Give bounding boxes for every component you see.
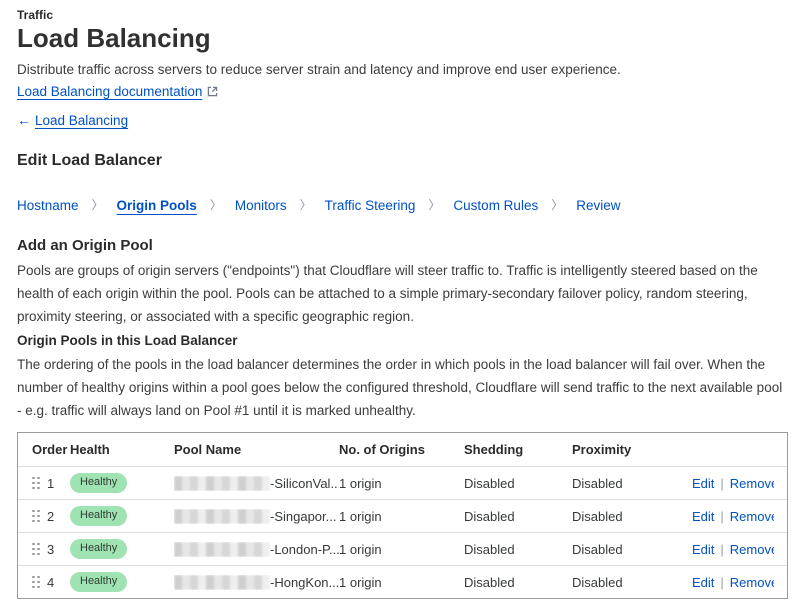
load-balancing-page: Traffic Load Balancing Distribute traffi… (17, 8, 789, 599)
proximity-value: Disabled (572, 476, 692, 491)
redacted-pool-name (174, 509, 270, 524)
proximity-value: Disabled (572, 509, 692, 524)
shedding-value: Disabled (464, 575, 572, 590)
table-row: 3 Healthy -London-P... 1 origin Disabled… (18, 532, 787, 565)
origin-pools-subdescription: The ordering of the pools in the load ba… (17, 353, 789, 422)
redacted-pool-name (174, 476, 270, 491)
drag-handle-icon[interactable] (32, 576, 40, 589)
chevron-right-icon: 〉 (300, 197, 312, 214)
step-monitors[interactable]: Monitors (235, 197, 287, 214)
table-row: 2 Healthy -Singapor... 1 origin Disabled… (18, 499, 787, 532)
chevron-right-icon: 〉 (210, 197, 222, 214)
edit-button[interactable]: Edit (692, 476, 714, 491)
remove-button[interactable]: Remove (730, 476, 774, 491)
breadcrumb: Traffic (17, 8, 789, 23)
action-separator: | (720, 509, 723, 524)
redacted-pool-name (174, 575, 270, 590)
step-custom-rules[interactable]: Custom Rules (453, 197, 538, 214)
edit-button[interactable]: Edit (692, 509, 714, 524)
step-review[interactable]: Review (576, 197, 620, 214)
page-description: Distribute traffic across servers to red… (17, 61, 789, 78)
drag-handle-icon[interactable] (32, 477, 40, 490)
pool-order: 4 (47, 575, 54, 590)
shedding-value: Disabled (464, 542, 572, 557)
table-row: 4 Healthy -HongKon... 1 origin Disabled … (18, 565, 787, 598)
origin-count: 1 origin (339, 476, 464, 491)
documentation-link[interactable]: Load Balancing documentation (17, 84, 202, 99)
edit-load-balancer-heading: Edit Load Balancer (17, 151, 789, 171)
column-header-proximity: Proximity (572, 442, 692, 457)
pool-order: 3 (47, 542, 54, 557)
wizard-stepper: Hostname 〉 Origin Pools 〉 Monitors 〉 Tra… (17, 197, 789, 214)
origin-pools-subheading: Origin Pools in this Load Balancer (17, 332, 789, 349)
page-title: Load Balancing (17, 23, 789, 53)
status-badge: Healthy (70, 473, 127, 493)
action-separator: | (720, 575, 723, 590)
edit-button[interactable]: Edit (692, 542, 714, 557)
shedding-value: Disabled (464, 509, 572, 524)
documentation-link-label: Load Balancing documentation (17, 84, 202, 99)
pool-order: 2 (47, 509, 54, 524)
origin-count: 1 origin (339, 542, 464, 557)
pool-name-suffix: -HongKon... (270, 575, 339, 590)
step-hostname[interactable]: Hostname (17, 197, 79, 214)
drag-handle-icon[interactable] (32, 543, 40, 556)
origin-pools-table: Order Health Pool Name No. of Origins Sh… (17, 432, 788, 599)
edit-button[interactable]: Edit (692, 575, 714, 590)
pool-name-suffix: -SiliconVal... (270, 476, 339, 491)
drag-handle-icon[interactable] (32, 510, 40, 523)
remove-button[interactable]: Remove (730, 542, 774, 557)
status-badge: Healthy (70, 572, 127, 592)
origin-count: 1 origin (339, 575, 464, 590)
shedding-value: Disabled (464, 476, 572, 491)
step-origin-pools[interactable]: Origin Pools (117, 197, 197, 214)
column-header-health: Health (70, 442, 174, 457)
chevron-right-icon: 〉 (428, 197, 440, 214)
external-link-icon (207, 84, 218, 101)
column-header-order: Order (32, 442, 70, 457)
pool-order: 1 (47, 476, 54, 491)
add-origin-pool-description: Pools are groups of origin servers ("end… (17, 259, 789, 328)
back-link[interactable]: Load Balancing (35, 113, 128, 128)
chevron-right-icon: 〉 (92, 197, 104, 214)
action-separator: | (720, 476, 723, 491)
column-header-shedding: Shedding (464, 442, 572, 457)
status-badge: Healthy (70, 539, 127, 559)
proximity-value: Disabled (572, 542, 692, 557)
chevron-right-icon: 〉 (551, 197, 563, 214)
origin-count: 1 origin (339, 509, 464, 524)
pool-name-suffix: -Singapor... (270, 509, 337, 524)
redacted-pool-name (174, 542, 270, 557)
step-traffic-steering[interactable]: Traffic Steering (325, 197, 416, 214)
table-header-row: Order Health Pool Name No. of Origins Sh… (18, 433, 787, 466)
remove-button[interactable]: Remove (730, 575, 774, 590)
proximity-value: Disabled (572, 575, 692, 590)
remove-button[interactable]: Remove (730, 509, 774, 524)
table-row: 1 Healthy -SiliconVal... 1 origin Disabl… (18, 466, 787, 499)
add-origin-pool-heading: Add an Origin Pool (17, 236, 789, 255)
action-separator: | (720, 542, 723, 557)
status-badge: Healthy (70, 506, 127, 526)
pool-name-suffix: -London-P... (270, 542, 339, 557)
column-header-origins: No. of Origins (339, 442, 464, 457)
column-header-pool-name: Pool Name (174, 442, 339, 457)
left-arrow-icon: ← (17, 112, 31, 129)
